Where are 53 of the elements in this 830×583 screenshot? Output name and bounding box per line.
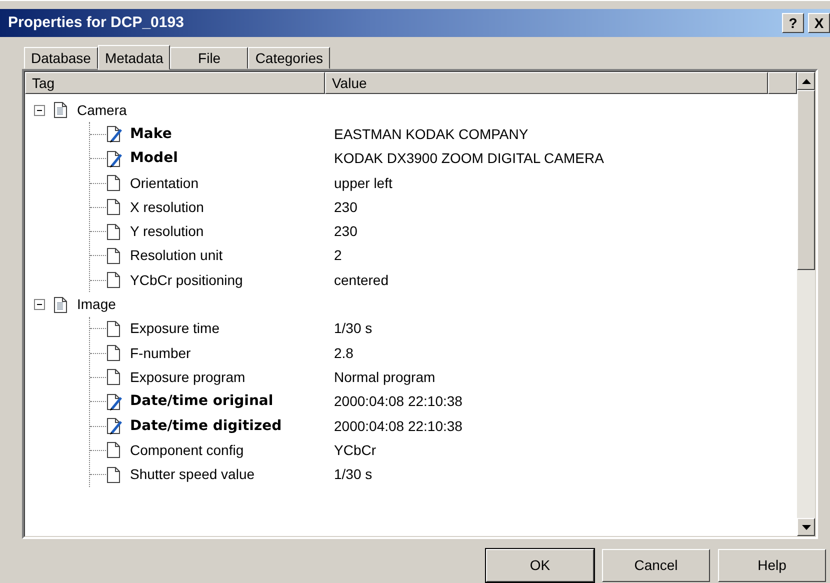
close-button[interactable]: X xyxy=(808,13,830,33)
value-text: upper left xyxy=(333,174,392,193)
collapse-toggle[interactable] xyxy=(34,104,45,116)
tag-label: Date/time digitized xyxy=(130,416,282,436)
tab[interactable]: Metadata xyxy=(98,45,170,70)
window-title: Properties for DCP_0193 xyxy=(8,12,184,33)
dialog-button[interactable]: Help xyxy=(718,549,826,582)
tag-label: YCbCr positioning xyxy=(130,270,243,290)
column-header[interactable]: Value xyxy=(325,72,768,94)
tag-label: Model xyxy=(130,149,178,168)
value-text: 2000:04:08 22:10:38 xyxy=(333,392,462,412)
value-text: 1/30 s xyxy=(333,465,372,484)
tag-label: F-number xyxy=(130,344,191,363)
dialog-button[interactable]: OK xyxy=(486,549,594,582)
tag-label: Component config xyxy=(130,440,244,460)
document-icon xyxy=(53,101,69,120)
tag-label: X resolution xyxy=(130,198,204,217)
value-text: 230 xyxy=(333,198,358,217)
column-header[interactable]: Tag xyxy=(25,72,325,94)
tag-label: Exposure program xyxy=(130,368,246,387)
tag-label: Y resolution xyxy=(130,222,204,242)
scrollbar[interactable] xyxy=(797,72,815,536)
value-text: 2000:04:08 22:10:38 xyxy=(333,416,462,436)
tab[interactable]: Categories xyxy=(248,47,330,69)
tag-label: Resolution unit xyxy=(130,246,223,266)
tab[interactable]: File xyxy=(170,47,248,69)
tag-label: Date/time original xyxy=(130,392,274,412)
collapse-toggle[interactable] xyxy=(34,299,45,310)
tag-label: Orientation xyxy=(130,174,198,193)
value-text: KODAK DX3900 ZOOM DIGITAL CAMERA xyxy=(333,149,604,168)
tag-label: Make xyxy=(130,124,172,144)
value-text: 230 xyxy=(333,222,358,242)
scroll-thumb[interactable] xyxy=(797,90,815,270)
help-button[interactable]: ? xyxy=(782,13,804,33)
value-text: 2.8 xyxy=(333,344,354,363)
value-text: 1/30 s xyxy=(333,319,372,338)
dialog-button[interactable]: Cancel xyxy=(602,549,710,582)
scroll-down-button[interactable] xyxy=(797,518,815,536)
tag-label: Shutter speed value xyxy=(130,465,255,484)
value-text: centered xyxy=(333,270,388,290)
value-text: Normal program xyxy=(333,368,436,387)
down-arrow-icon xyxy=(802,524,810,530)
scroll-up-button[interactable] xyxy=(797,72,815,90)
up-arrow-icon xyxy=(802,78,810,84)
tree-item-label[interactable]: Camera xyxy=(77,100,127,121)
tree-item-label[interactable]: Image xyxy=(77,294,116,316)
document-icon xyxy=(53,296,69,314)
header-filler xyxy=(768,72,797,94)
value-text: 2 xyxy=(333,246,342,266)
tab[interactable]: Database xyxy=(24,47,98,69)
value-text: YCbCr xyxy=(333,440,376,460)
tag-label: Exposure time xyxy=(130,319,220,338)
value-text: EASTMAN KODAK COMPANY xyxy=(333,124,528,144)
